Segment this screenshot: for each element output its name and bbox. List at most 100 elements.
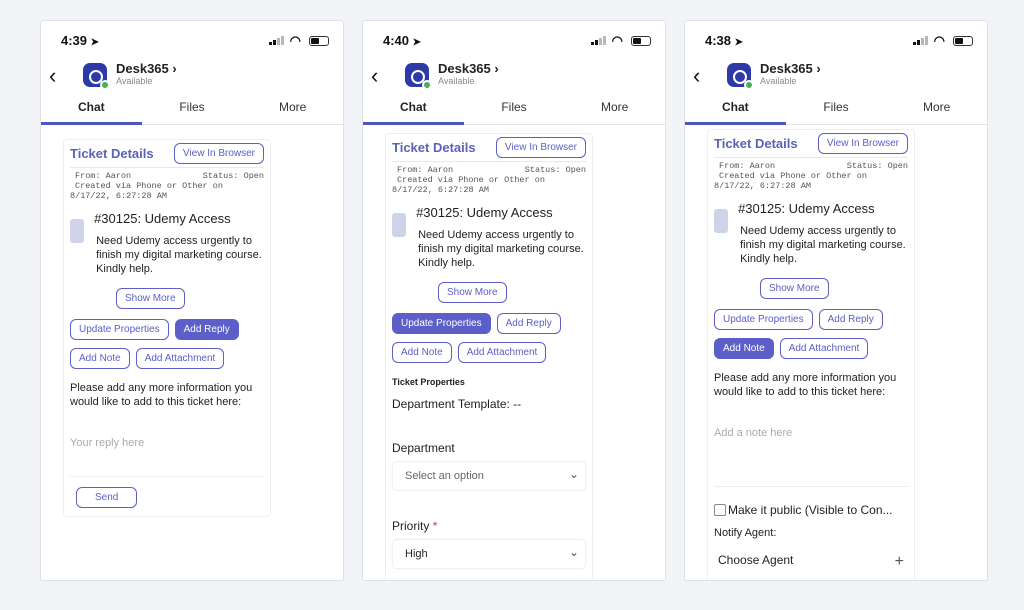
checkbox-icon[interactable] xyxy=(714,504,726,516)
ticket-description: Need Udemy access urgently to finish my … xyxy=(418,229,584,269)
department-label: Department xyxy=(392,441,455,455)
plus-icon: + xyxy=(894,553,904,570)
add-reply-button[interactable]: Add Reply xyxy=(818,309,883,330)
tab-more[interactable]: More xyxy=(242,97,343,124)
update-properties-button[interactable]: Update Properties xyxy=(714,309,813,330)
ticket-icon xyxy=(70,219,88,243)
ticket-card: Ticket Details View In Browser From: Aaro… xyxy=(63,139,271,517)
app-name[interactable]: Desk365 › xyxy=(438,61,499,76)
add-note-button[interactable]: Add Note xyxy=(70,348,130,369)
ticket-card: Ticket Details View In Browser From: Aaro… xyxy=(707,129,915,580)
ticket-created: Created via Phone or Other on xyxy=(397,175,545,185)
view-in-browser-button[interactable]: View In Browser xyxy=(817,133,908,154)
clock: 4:40 xyxy=(383,33,410,48)
priority-select[interactable]: High ⌄ xyxy=(392,539,586,569)
department-select[interactable]: Select an option ⌄ xyxy=(392,461,586,491)
ticket-icon xyxy=(392,213,410,237)
ticket-meta: From: Aaron Status: Open Created via Phon… xyxy=(70,171,264,201)
battery-icon xyxy=(309,36,329,46)
show-more-button[interactable]: Show More xyxy=(116,288,185,309)
tab-more[interactable]: More xyxy=(564,97,665,124)
ticket-created-date: 8/17/22, 6:27:28 AM xyxy=(70,191,167,201)
reply-input[interactable]: Your reply here xyxy=(70,437,264,477)
tab-files[interactable]: Files xyxy=(786,97,887,124)
add-reply-button[interactable]: Add Reply xyxy=(496,313,561,334)
app-name[interactable]: Desk365 › xyxy=(116,61,177,76)
show-more-button[interactable]: Show More xyxy=(760,278,829,299)
add-note-button[interactable]: Add Note xyxy=(392,342,452,363)
ticket-card: Ticket Details View In Browser From: Aaro… xyxy=(385,133,593,580)
tab-chat[interactable]: Chat xyxy=(41,97,142,125)
back-chevron-icon[interactable]: ‹ xyxy=(49,63,56,89)
chat-header: ‹ Desk365 › Available xyxy=(685,61,987,91)
app-name[interactable]: Desk365 › xyxy=(760,61,821,76)
clock: 4:38 xyxy=(705,33,732,48)
desk365-logo xyxy=(83,63,110,90)
phone-screen: 4:39 ➤ ◠ ‹ Desk365 › Available Chat Files… xyxy=(40,20,344,581)
note-input[interactable]: Add a note here xyxy=(714,427,908,487)
wifi-icon: ◠ xyxy=(933,33,945,48)
ticket-from: From: Aaron xyxy=(75,171,132,181)
tab-more[interactable]: More xyxy=(886,97,987,124)
add-attachment-button[interactable]: Add Attachment xyxy=(779,338,869,359)
ticket-description: Need Udemy access urgently to finish my … xyxy=(740,225,906,265)
presence-status: Available xyxy=(116,76,153,86)
tab-bar: Chat Files More xyxy=(685,97,987,125)
view-in-browser-button[interactable]: View In Browser xyxy=(495,137,586,158)
desk365-logo xyxy=(727,63,754,90)
ticket-created: Created via Phone or Other on xyxy=(75,181,223,191)
add-note-button[interactable]: Add Note xyxy=(714,338,774,359)
reply-prompt: Please add any more information you woul… xyxy=(70,382,253,408)
location-icon: ➤ xyxy=(412,37,422,48)
make-public-checkbox[interactable]: Make it public (Visible to Con... xyxy=(714,503,908,517)
ticket-subject: #30125: Udemy Access xyxy=(94,211,231,226)
tab-chat[interactable]: Chat xyxy=(363,97,464,125)
ticket-details-title: Ticket Details xyxy=(392,140,476,155)
tab-files[interactable]: Files xyxy=(142,97,243,124)
chevron-down-icon: ⌄ xyxy=(568,545,579,559)
choose-agent-label: Choose Agent xyxy=(718,553,794,567)
view-in-browser-button[interactable]: View In Browser xyxy=(173,143,264,164)
tab-chat[interactable]: Chat xyxy=(685,97,786,125)
ticket-status: Status: Open xyxy=(524,165,586,175)
chevron-down-icon: ⌄ xyxy=(568,467,579,481)
add-attachment-button[interactable]: Add Attachment xyxy=(457,342,547,363)
choose-agent-button[interactable]: Choose Agent + xyxy=(714,553,908,571)
back-chevron-icon[interactable]: ‹ xyxy=(371,63,378,89)
chat-header: ‹ Desk365 › Available xyxy=(363,61,665,91)
ticket-created-date: 8/17/22, 6:27:28 AM xyxy=(392,185,489,195)
wifi-icon: ◠ xyxy=(611,33,623,48)
show-more-button[interactable]: Show More xyxy=(438,282,507,303)
signal-icon xyxy=(913,36,928,45)
ticket-from: From: Aaron xyxy=(397,165,454,175)
ticket-details-title: Ticket Details xyxy=(70,146,154,161)
status-bar: 4:40 ➤ ◠ xyxy=(383,33,651,49)
department-value: Select an option xyxy=(405,470,484,482)
priority-label: Priority * xyxy=(392,519,586,533)
ticket-details-title: Ticket Details xyxy=(714,136,798,151)
add-attachment-button[interactable]: Add Attachment xyxy=(135,348,225,369)
status-bar: 4:39 ➤ ◠ xyxy=(61,33,329,49)
tab-bar: Chat Files More xyxy=(363,97,665,125)
ticket-status: Status: Open xyxy=(202,171,264,181)
presence-icon xyxy=(422,80,432,90)
update-properties-button[interactable]: Update Properties xyxy=(392,313,491,334)
update-properties-button[interactable]: Update Properties xyxy=(70,319,169,340)
department-template: Department Template: -- xyxy=(392,397,522,411)
clock: 4:39 xyxy=(61,33,88,48)
signal-icon xyxy=(269,36,284,45)
status-bar: 4:38 ➤ ◠ xyxy=(705,33,973,49)
back-chevron-icon[interactable]: ‹ xyxy=(693,63,700,89)
location-icon: ➤ xyxy=(90,37,100,48)
desk365-logo xyxy=(405,63,432,90)
required-marker: * xyxy=(432,519,438,533)
make-public-label: Make it public (Visible to Con... xyxy=(728,503,893,517)
add-reply-button[interactable]: Add Reply xyxy=(174,319,239,340)
presence-status: Available xyxy=(438,76,475,86)
tab-files[interactable]: Files xyxy=(464,97,565,124)
ticket-status: Status: Open xyxy=(846,161,908,171)
phone-screen: 4:38 ➤ ◠ ‹ Desk365 › Available Chat Files… xyxy=(684,20,988,581)
battery-icon xyxy=(953,36,973,46)
tab-bar: Chat Files More xyxy=(41,97,343,125)
send-button[interactable]: Send xyxy=(76,487,138,508)
